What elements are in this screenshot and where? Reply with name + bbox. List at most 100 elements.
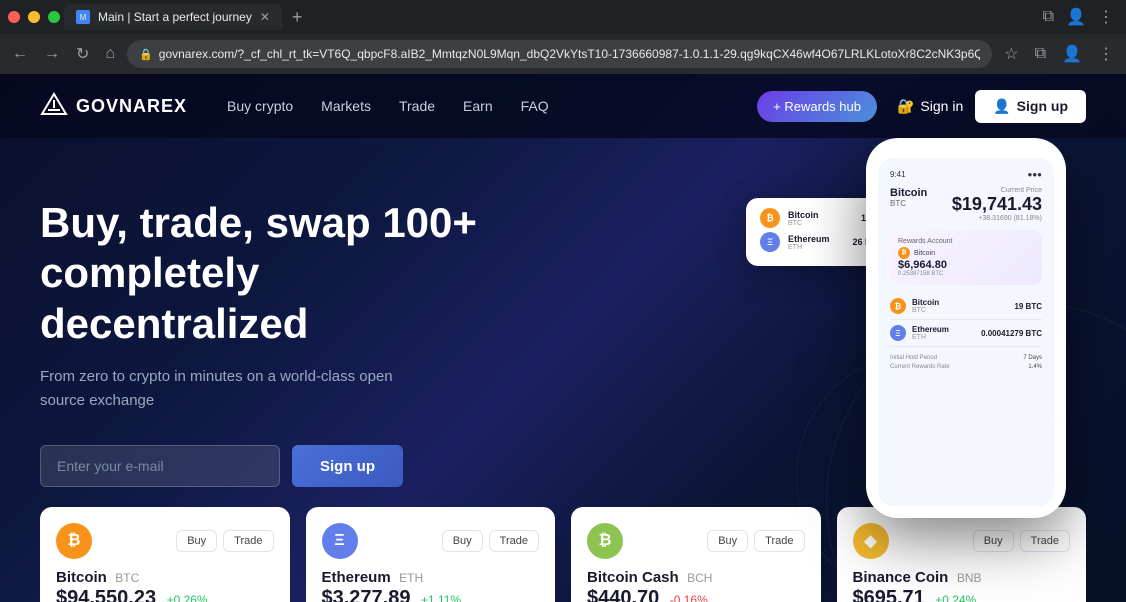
phone-btc-name: Bitcoin — [912, 298, 1008, 307]
signin-button[interactable]: 🔐 Sign in — [897, 98, 963, 115]
phone-eth-row: Ξ Ethereum ETH 0.00041279 BTC — [890, 320, 1042, 347]
phone-rewards-coin: Bitcoin — [914, 250, 935, 257]
window-minimize-button[interactable] — [28, 11, 40, 23]
rewards-hub-button[interactable]: + Rewards hub — [757, 91, 877, 122]
phone-eth-amount: 0.00041279 BTC — [981, 329, 1042, 338]
btc-actions: Buy Trade — [176, 530, 273, 552]
btc-icon: ₿ — [56, 523, 92, 559]
bookmark-button[interactable]: ☆ — [1000, 40, 1022, 68]
window-maximize-button[interactable] — [48, 11, 60, 23]
phone-rewards-sub: 0.25387158 BTC — [898, 271, 1034, 277]
browser-tabs: M Main | Start a perfect journey ✕ + — [64, 4, 1035, 30]
eth-ticker: ETH — [399, 571, 423, 585]
nav-faq[interactable]: FAQ — [521, 98, 549, 114]
signup-button[interactable]: 👤 Sign up — [975, 90, 1086, 123]
eth-name-row: Ethereum ETH — [322, 569, 540, 587]
phone-hold-value: 7 Days — [1023, 355, 1042, 361]
btc-change: +0.26% — [167, 593, 208, 602]
home-button[interactable]: ⌂ — [101, 41, 119, 67]
nav-earn[interactable]: Earn — [463, 98, 493, 114]
phone-area: ₿ Bitcoin BTC 19 BTC Ξ Ethereum ETH 26 M… — [746, 118, 1066, 538]
phone-mockup: 9:41 ●●● Bitcoin BTC Current Price $19,7… — [866, 138, 1066, 518]
phone-price-block: Current Price $19,741.43 +38.31690 (81.1… — [952, 187, 1042, 222]
fc-btc-info: Bitcoin BTC — [788, 210, 819, 227]
phone-hold-row: Initial Hold Period 7 Days — [890, 355, 1042, 361]
tab-close-button[interactable]: ✕ — [260, 10, 270, 24]
btc-name: Bitcoin — [56, 569, 107, 586]
address-bar[interactable]: 🔒 — [127, 40, 992, 68]
logo-text: GOVNAREX — [76, 96, 187, 117]
signin-icon: 🔐 — [897, 98, 914, 115]
phone-eth-info: Ethereum ETH — [912, 325, 975, 341]
phone-status-bar: 9:41 ●●● — [890, 170, 1042, 179]
phone-coin-header: Bitcoin BTC Current Price $19,741.43 +38… — [890, 187, 1042, 222]
nav-links: Buy crypto Markets Trade Earn FAQ — [227, 98, 757, 114]
phone-signal: ●●● — [1028, 170, 1043, 179]
more-button[interactable]: ⋮ — [1094, 40, 1118, 68]
nav-markets[interactable]: Markets — [321, 98, 371, 114]
phone-coin-info: Bitcoin BTC — [890, 187, 927, 208]
phone-coin-ticker: BTC — [890, 199, 927, 208]
reload-button[interactable]: ↻ — [72, 40, 93, 68]
address-bar-row: ← → ↻ ⌂ 🔒 ☆ ⧉ 👤 ⋮ — [0, 34, 1126, 74]
fc-eth-icon: Ξ — [760, 232, 780, 252]
navbar: GOVNAREX Buy crypto Markets Trade Earn F… — [0, 74, 1126, 138]
bch-buy-button[interactable]: Buy — [707, 530, 748, 552]
phone-price-change: +38.31690 (81.18%) — [952, 215, 1042, 222]
fc-eth-ticker: ETH — [788, 244, 830, 251]
account-button[interactable]: 👤 — [1058, 40, 1086, 68]
btc-trade-button[interactable]: Trade — [223, 530, 273, 552]
eth-trade-button[interactable]: Trade — [489, 530, 539, 552]
lock-icon: 🔒 — [139, 48, 153, 61]
signup-icon: 👤 — [993, 98, 1010, 115]
phone-rewards-amount: $6,964.80 — [898, 259, 1034, 271]
bch-ticker: BCH — [687, 571, 712, 585]
hero-section: Buy, trade, swap 100+ completely decentr… — [0, 138, 1126, 487]
tab-favicon: M — [76, 10, 90, 24]
bch-price-row: $440.70 -0.16% — [587, 587, 805, 602]
bch-change: -0.16% — [670, 593, 708, 602]
window-close-button[interactable] — [8, 11, 20, 23]
eth-price: $3,277.89 — [322, 587, 411, 602]
menu-icon[interactable]: ⋮ — [1094, 3, 1118, 31]
coin-card-eth-header: Ξ Buy Trade — [322, 523, 540, 559]
phone-btc-ticker: BTC — [912, 307, 1008, 314]
phone-rate-value: 1.4% — [1028, 364, 1042, 370]
phone-eth-name: Ethereum — [912, 325, 975, 334]
page-content: GOVNAREX Buy crypto Markets Trade Earn F… — [0, 74, 1126, 602]
bnb-change: +0.24% — [935, 593, 976, 602]
bnb-name-row: Binance Coin BNB — [853, 569, 1071, 587]
bch-name-row: Bitcoin Cash BCH — [587, 569, 805, 587]
new-tab-button[interactable]: + — [286, 5, 309, 30]
bnb-price: $695.71 — [853, 587, 925, 602]
email-input[interactable] — [40, 445, 280, 487]
btc-ticker: BTC — [115, 571, 139, 585]
hero-signup-button[interactable]: Sign up — [292, 445, 403, 487]
eth-buy-button[interactable]: Buy — [442, 530, 483, 552]
phone-rewards-label: Rewards Account — [898, 238, 1034, 245]
url-input[interactable] — [159, 47, 981, 61]
nav-trade[interactable]: Trade — [399, 98, 435, 114]
bnb-price-row: $695.71 +0.24% — [853, 587, 1071, 602]
back-button[interactable]: ← — [8, 41, 32, 67]
nav-actions: 🔐 Sign in 👤 Sign up — [897, 90, 1086, 123]
eth-icon: Ξ — [322, 523, 358, 559]
bch-icon: ₿ — [587, 523, 623, 559]
profile-icon[interactable]: 👤 — [1062, 3, 1090, 31]
bnb-ticker: BNB — [957, 571, 982, 585]
forward-button[interactable]: → — [40, 41, 64, 67]
phone-coin-name: Bitcoin — [890, 187, 927, 199]
bnb-name: Binance Coin — [853, 569, 949, 586]
coin-card-btc-header: ₿ Buy Trade — [56, 523, 274, 559]
signin-label: Sign in — [920, 98, 963, 114]
btc-price-row: $94,550.23 +0.26% — [56, 587, 274, 602]
extensions-icon[interactable]: ⧉ — [1039, 3, 1058, 31]
phone-eth-ticker: ETH — [912, 334, 975, 341]
btc-buy-button[interactable]: Buy — [176, 530, 217, 552]
nav-buy-crypto[interactable]: Buy crypto — [227, 98, 293, 114]
signup-label: Sign up — [1017, 98, 1068, 114]
browser-chrome: M Main | Start a perfect journey ✕ + ⧉ 👤… — [0, 0, 1126, 34]
browser-tab-active[interactable]: M Main | Start a perfect journey ✕ — [64, 4, 282, 30]
extensions-button[interactable]: ⧉ — [1031, 41, 1050, 67]
phone-screen: 9:41 ●●● Bitcoin BTC Current Price $19,7… — [878, 158, 1054, 506]
